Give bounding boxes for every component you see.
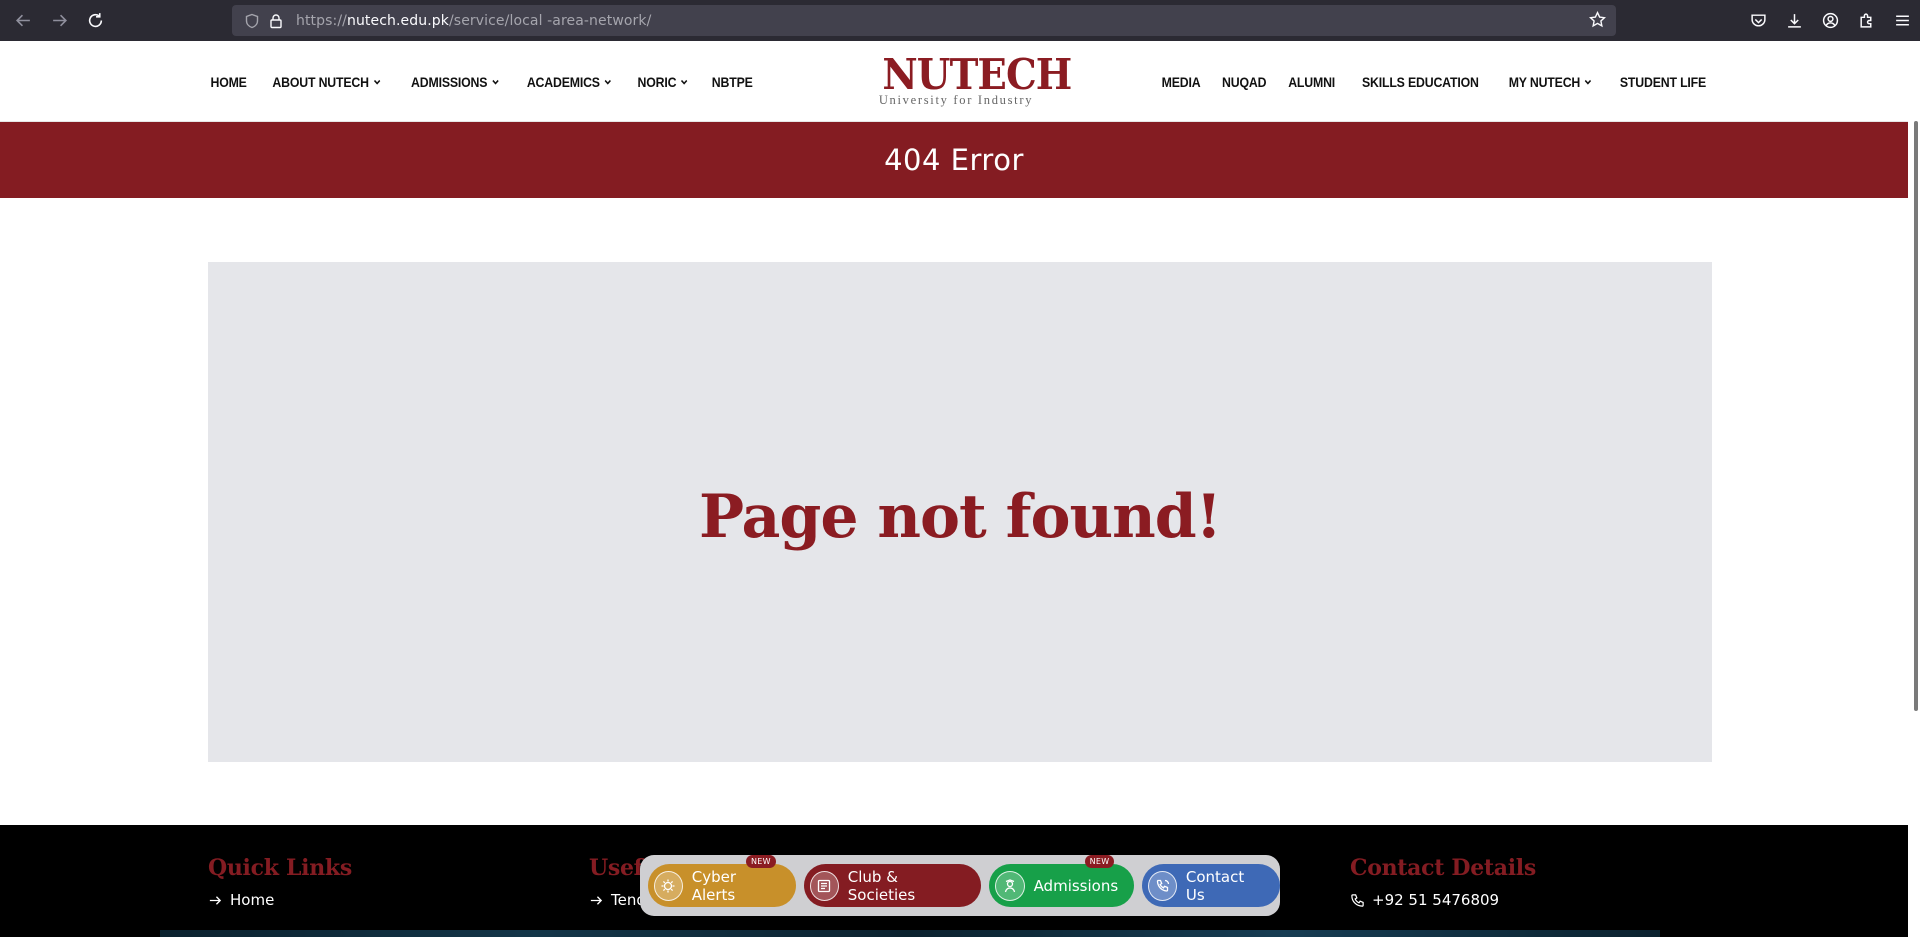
- url-scheme: https://: [296, 12, 347, 29]
- download-icon[interactable]: [1776, 0, 1812, 41]
- error-message: Page not found!: [698, 482, 1222, 552]
- nav-item-academics[interactable]: ACADEMICS: [527, 74, 612, 90]
- extensions-icon[interactable]: [1848, 0, 1884, 41]
- nav-label: MEDIA: [1161, 73, 1200, 90]
- nav-label: ACADEMICS: [527, 73, 601, 90]
- phone-icon: [1351, 893, 1364, 907]
- admissions-label: Admissions: [1033, 876, 1119, 895]
- chevron-down-icon: [681, 79, 688, 85]
- nav-item-nbtpe[interactable]: NBTPE: [711, 74, 752, 90]
- student-icon: [994, 870, 1025, 901]
- arrow-right-icon: [590, 895, 603, 905]
- address-bar[interactable]: https://nutech.edu.pk/service/local -are…: [232, 5, 1616, 36]
- chevron-down-icon: [373, 79, 381, 85]
- contact-us-button[interactable]: Contact Us: [1142, 864, 1280, 907]
- scrollbar-thumb[interactable]: [1914, 121, 1918, 711]
- nav-item-nuqad[interactable]: NUQAD: [1222, 74, 1266, 90]
- forward-icon[interactable]: [41, 0, 77, 41]
- chevron-down-icon: [605, 79, 612, 85]
- logo-wordmark: NUTECH: [882, 50, 1072, 99]
- phone-call-icon: [1148, 870, 1177, 901]
- page-title: 404 Error: [884, 143, 1024, 177]
- phone-number: +92 51 5476809: [1372, 891, 1500, 909]
- reload-icon[interactable]: [77, 0, 113, 41]
- nav-item-home[interactable]: HOME: [210, 74, 246, 90]
- back-icon[interactable]: [5, 0, 41, 41]
- nutech-logo[interactable]: NUTECH University for Industry: [876, 50, 1072, 108]
- nav-item-media[interactable]: MEDIA: [1161, 74, 1200, 90]
- footer-wave-decoration: [160, 930, 1660, 937]
- nav-label: HOME: [210, 73, 247, 90]
- url-path: /service/local -area-network/: [448, 12, 652, 29]
- cyber-alerts-label: Cyber Alerts: [691, 867, 736, 904]
- footer-link-label: Home: [230, 891, 275, 909]
- browser-toolbar-right: [1740, 0, 1920, 41]
- nav-label: ALUMNI: [1288, 73, 1336, 90]
- contact-us-label: Contact Us: [1185, 867, 1245, 904]
- nav-item-about-nutech[interactable]: ABOUT NUTECH: [273, 74, 382, 90]
- main-nav-left: HOME ABOUT NUTECH ADMISSIONS ACADEMICS N…: [208, 41, 755, 122]
- nav-label: ADMISSIONS: [410, 73, 488, 90]
- cyber-alert-icon: [654, 870, 683, 901]
- footer-link-home[interactable]: Home: [208, 891, 352, 909]
- footer-contact-details: Contact Details +92 51 5476809: [1350, 855, 1536, 909]
- club-societies-label: Club & Societies: [847, 867, 916, 904]
- nav-label: NORIC: [637, 73, 677, 90]
- nav-item-alumni[interactable]: ALUMNI: [1288, 74, 1335, 90]
- newspaper-icon: [810, 870, 839, 901]
- nav-label: NUQAD: [1221, 73, 1266, 90]
- nav-label: NBTPE: [711, 73, 753, 90]
- nav-item-student-life[interactable]: STUDENT LIFE: [1620, 74, 1706, 90]
- pocket-icon[interactable]: [1740, 0, 1776, 41]
- nav-label: MY NUTECH: [1508, 73, 1581, 90]
- footer-heading: Contact Details: [1350, 855, 1536, 881]
- page-scrollbar[interactable]: [1908, 41, 1920, 937]
- new-badge: NEW: [1084, 855, 1115, 868]
- nav-item-admissions[interactable]: ADMISSIONS: [411, 74, 500, 90]
- floating-action-bar: Cyber Alerts NEW Club & Societies Admiss…: [640, 855, 1280, 916]
- nav-item-my-nutech[interactable]: MY NUTECH: [1509, 74, 1593, 90]
- footer-quick-links: Quick Links Home: [208, 855, 352, 909]
- main-nav-right: MEDIA NUQAD ALUMNI SKILLS EDUCATION MY N…: [1159, 41, 1712, 122]
- footer-phone[interactable]: +92 51 5476809: [1350, 891, 1536, 909]
- error-message-box: Page not found!: [208, 262, 1712, 762]
- nav-item-noric[interactable]: NORIC: [638, 74, 689, 90]
- nav-label: ABOUT NUTECH: [272, 73, 370, 90]
- new-badge: NEW: [746, 855, 776, 868]
- url-host: nutech.edu.pk: [346, 12, 449, 29]
- chevron-down-icon: [1584, 79, 1592, 85]
- nav-label: SKILLS EDUCATION: [1362, 73, 1479, 90]
- browser-toolbar: https://nutech.edu.pk/service/local -are…: [0, 0, 1920, 41]
- admissions-button[interactable]: Admissions NEW: [988, 855, 1135, 907]
- site-header: HOME ABOUT NUTECH ADMISSIONS ACADEMICS N…: [0, 41, 1908, 122]
- url-text[interactable]: https://nutech.edu.pk/service/local -are…: [296, 13, 651, 29]
- footer-heading: Quick Links: [208, 855, 352, 881]
- cyber-alerts-button[interactable]: Cyber Alerts NEW: [648, 855, 797, 907]
- account-icon[interactable]: [1812, 0, 1848, 41]
- chevron-down-icon: [491, 79, 499, 85]
- bookmark-star-icon[interactable]: [1588, 10, 1607, 33]
- error-banner: 404 Error: [0, 122, 1908, 198]
- shield-icon[interactable]: [242, 11, 262, 31]
- club-societies-button[interactable]: Club & Societies: [804, 864, 981, 907]
- nav-label: STUDENT LIFE: [1619, 73, 1707, 90]
- arrow-right-icon: [209, 895, 222, 905]
- menu-icon[interactable]: [1884, 0, 1920, 41]
- lock-icon[interactable]: [266, 11, 286, 31]
- nav-item-skills-education[interactable]: SKILLS EDUCATION: [1362, 74, 1479, 90]
